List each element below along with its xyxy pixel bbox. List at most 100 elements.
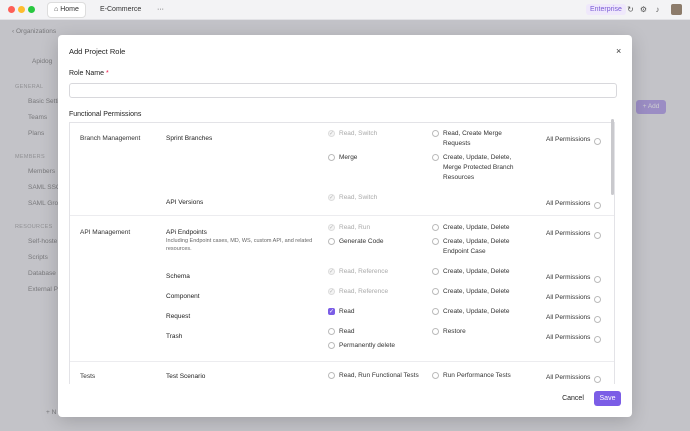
group-label: API Management: [80, 229, 131, 236]
permission-description: Including Endpoint cases, MD, WS, custom…: [166, 238, 313, 252]
permission-option[interactable]: Restore: [432, 327, 528, 337]
permission-checkbox[interactable]: [328, 154, 335, 161]
more-tabs-button[interactable]: ···: [151, 3, 170, 17]
permission-checkbox: [328, 129, 335, 139]
close-icon[interactable]: ×: [616, 46, 621, 56]
group-divider: [70, 361, 614, 362]
permission-name: Trash: [166, 333, 183, 340]
permission-option: Read, Switch: [328, 129, 424, 139]
permission-option[interactable]: Create, Update, Delete: [432, 223, 528, 233]
permission-option[interactable]: Generate Code: [328, 237, 424, 247]
permission-checkbox[interactable]: [328, 238, 335, 245]
option-label: Read, Run: [339, 224, 371, 231]
all-permissions-label: All Permissions: [546, 274, 591, 281]
permission-option[interactable]: Merge: [328, 153, 424, 163]
all-permissions-label: All Permissions: [546, 230, 591, 237]
option-label: Read, Create Merge Requests: [443, 130, 502, 147]
scrollbar[interactable]: [611, 119, 614, 195]
permission-checkbox[interactable]: [432, 268, 439, 275]
all-permissions-checkbox[interactable]: [594, 336, 601, 343]
option-label: Create, Update, Delete: [443, 224, 510, 231]
permission-checkbox: [328, 267, 335, 277]
all-permissions-label: All Permissions: [546, 200, 591, 207]
functional-permissions-label: Functional Permissions: [69, 111, 142, 118]
permission-option[interactable]: Create, Update, Delete: [432, 267, 528, 277]
permission-checkbox: [328, 223, 335, 233]
enterprise-badge[interactable]: Enterprise: [586, 4, 626, 15]
minimize-window-dot[interactable]: [18, 6, 25, 13]
permission-checkbox[interactable]: [432, 308, 439, 315]
all-permissions-label: All Permissions: [546, 374, 591, 381]
tab-home[interactable]: ⌂ Home: [48, 3, 85, 17]
permission-option[interactable]: Run Performance Tests: [432, 371, 528, 381]
option-label: Generate Code: [339, 238, 384, 245]
permission-checkbox[interactable]: [328, 372, 335, 379]
permission-checkbox[interactable]: [432, 288, 439, 295]
all-permissions-checkbox[interactable]: [594, 316, 601, 323]
permission-option[interactable]: Read, Create Merge Requests: [432, 129, 528, 149]
role-name-label: Role Name *: [69, 70, 109, 77]
permission-checkbox[interactable]: [432, 372, 439, 379]
option-label: Run Performance Tests: [443, 372, 511, 379]
option-label: Create, Update, Delete: [443, 268, 510, 275]
window-titlebar: ⌂ Home E-Commerce ··· Enterprise ↻ ⚙ ♪: [0, 0, 690, 20]
option-label: Read: [339, 308, 355, 315]
permission-checkbox[interactable]: [432, 328, 439, 335]
permission-option: Read, Run: [328, 223, 424, 233]
gear-icon[interactable]: ⚙: [639, 5, 648, 14]
permission-name: API Versions: [166, 199, 204, 206]
option-label: Read, Reference: [339, 268, 389, 275]
all-permissions-checkbox[interactable]: [594, 276, 601, 283]
permission-option[interactable]: Read, Run Functional Tests: [328, 371, 424, 381]
permission-checkbox[interactable]: [432, 154, 439, 161]
permission-option: Read, Switch: [328, 193, 424, 203]
permission-option: Read, Reference: [328, 267, 424, 277]
all-permissions-checkbox[interactable]: [594, 296, 601, 303]
permission-checkbox[interactable]: [328, 307, 335, 317]
permission-option[interactable]: Read: [328, 327, 424, 337]
permissions-list[interactable]: Branch Management Sprint Branches Read, Sw…: [69, 122, 615, 384]
permission-checkbox: [328, 287, 335, 297]
permission-option[interactable]: Permanently delete: [328, 341, 424, 351]
permission-option[interactable]: Create, Update, Delete: [432, 287, 528, 297]
permission-checkbox[interactable]: [328, 328, 335, 335]
option-label: Read, Reference: [339, 288, 389, 295]
option-label: Create, Update, Delete: [443, 288, 510, 295]
all-permissions-label: All Permissions: [546, 136, 591, 143]
all-permissions-checkbox[interactable]: [594, 376, 601, 383]
bell-icon[interactable]: ♪: [653, 5, 662, 14]
all-permissions-checkbox[interactable]: [594, 232, 601, 239]
permission-option[interactable]: Create, Update, Delete Endpoint Case: [432, 237, 528, 257]
close-window-dot[interactable]: [8, 6, 15, 13]
refresh-icon[interactable]: ↻: [626, 5, 635, 14]
modal-title: Add Project Role: [69, 47, 126, 56]
permission-name: Request: [166, 313, 191, 320]
maximize-window-dot[interactable]: [28, 6, 35, 13]
avatar[interactable]: [671, 4, 682, 15]
option-label: Create, Update, Delete Endpoint Case: [443, 238, 510, 255]
permission-checkbox[interactable]: [432, 224, 439, 231]
option-label: Restore: [443, 328, 466, 335]
all-permissions-checkbox[interactable]: [594, 202, 601, 209]
save-button[interactable]: Save: [594, 391, 621, 406]
option-label: Merge: [339, 154, 358, 161]
permission-checkbox[interactable]: [432, 130, 439, 137]
option-label: Read, Switch: [339, 194, 378, 201]
all-permissions-checkbox[interactable]: [594, 138, 601, 145]
cancel-button[interactable]: Cancel: [556, 391, 590, 406]
permission-name: Sprint Branches: [166, 135, 213, 142]
option-label: Create, Update, Delete: [443, 308, 510, 315]
permission-option: Read, Reference: [328, 287, 424, 297]
permission-option[interactable]: Create, Update, Delete: [432, 307, 528, 317]
permission-checkbox[interactable]: [432, 238, 439, 245]
role-name-input[interactable]: [69, 83, 617, 98]
permission-name: Schema: [166, 273, 190, 280]
permission-option[interactable]: Create, Update, Delete, Merge Protected …: [432, 153, 528, 183]
group-label: Branch Management: [80, 135, 141, 142]
tab-ecommerce[interactable]: E-Commerce: [94, 3, 147, 17]
all-permissions-label: All Permissions: [546, 314, 591, 321]
permission-checkbox[interactable]: [328, 342, 335, 349]
permission-option[interactable]: Read: [328, 307, 424, 317]
option-label: Read: [339, 328, 355, 335]
group-divider: [70, 215, 614, 216]
